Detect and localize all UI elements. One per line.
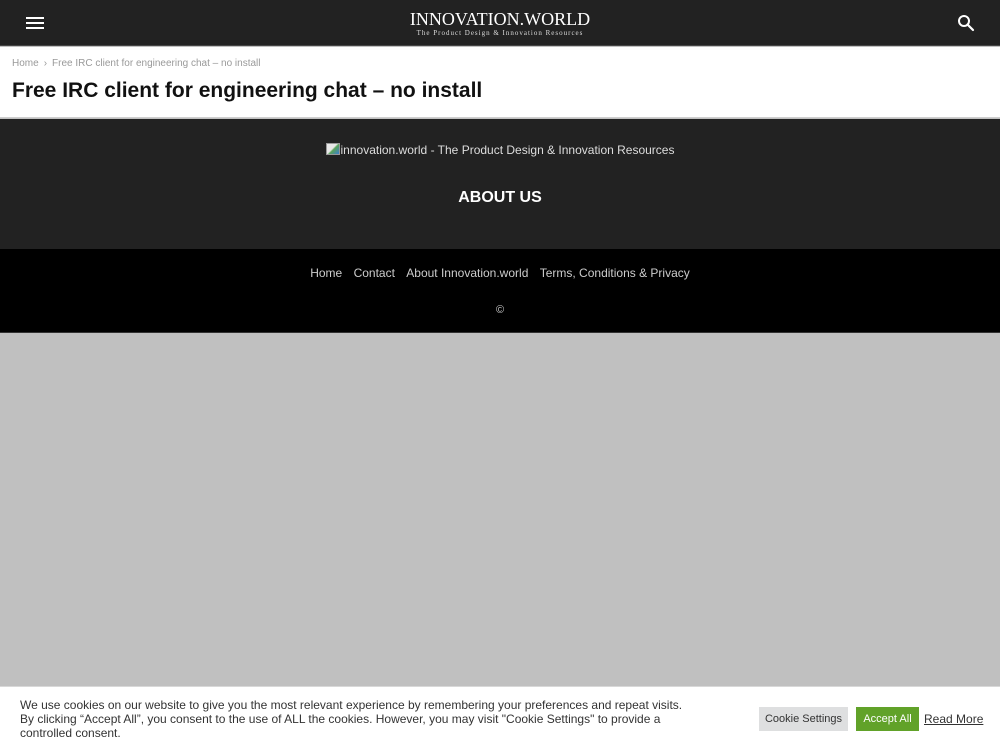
site-title[interactable]: INNOVATION.WORLD (0, 9, 1000, 29)
cookie-consent-text: We use cookies on our website to give yo… (20, 698, 683, 740)
footer-logo[interactable]: innovation.world - The Product Design & … (0, 143, 1000, 157)
site-logo[interactable]: INNOVATION.WORLD The Product Design & In… (0, 9, 1000, 38)
cookie-settings-button[interactable]: Cookie Settings (759, 707, 848, 731)
footer-link-about[interactable]: About Innovation.world (406, 266, 528, 280)
about-us-heading: ABOUT US (458, 189, 542, 206)
breadcrumb-current: Free IRC client for engineering chat – n… (52, 58, 261, 69)
search-icon (958, 15, 975, 32)
footer-logo-alt-text: innovation.world - The Product Design & … (340, 143, 675, 157)
page-header: Home › Free IRC client for engineering cha… (0, 47, 1000, 118)
footer-link-terms[interactable]: Terms, Conditions & Privacy (540, 266, 690, 280)
footer-link-contact[interactable]: Contact (354, 266, 395, 280)
footer-link-home[interactable]: Home (310, 266, 342, 280)
breadcrumb-separator: › (43, 58, 48, 69)
footer-menu: Home Contact About Innovation.world Term… (0, 266, 1000, 280)
accept-all-button[interactable]: Accept All (856, 707, 919, 731)
cookie-consent-bar: We use cookies on our website to give yo… (0, 686, 1000, 750)
top-navigation-bar: INNOVATION.WORLD The Product Design & In… (0, 0, 1000, 46)
footer-bottom: Home Contact About Innovation.world Term… (0, 249, 1000, 333)
page-overlay (0, 333, 1000, 686)
search-button[interactable] (956, 13, 976, 33)
read-more-link[interactable]: Read More (924, 712, 983, 726)
site-tagline: The Product Design & Innovation Resource… (416, 29, 584, 37)
page-title: Free IRC client for engineering chat – n… (12, 79, 483, 102)
breadcrumb-home-link[interactable]: Home (12, 58, 39, 69)
broken-image-icon (325, 143, 340, 155)
breadcrumb: Home › Free IRC client for engineering cha… (12, 58, 260, 69)
copyright: © (495, 304, 505, 316)
footer-top: innovation.world - The Product Design & … (0, 119, 1000, 249)
